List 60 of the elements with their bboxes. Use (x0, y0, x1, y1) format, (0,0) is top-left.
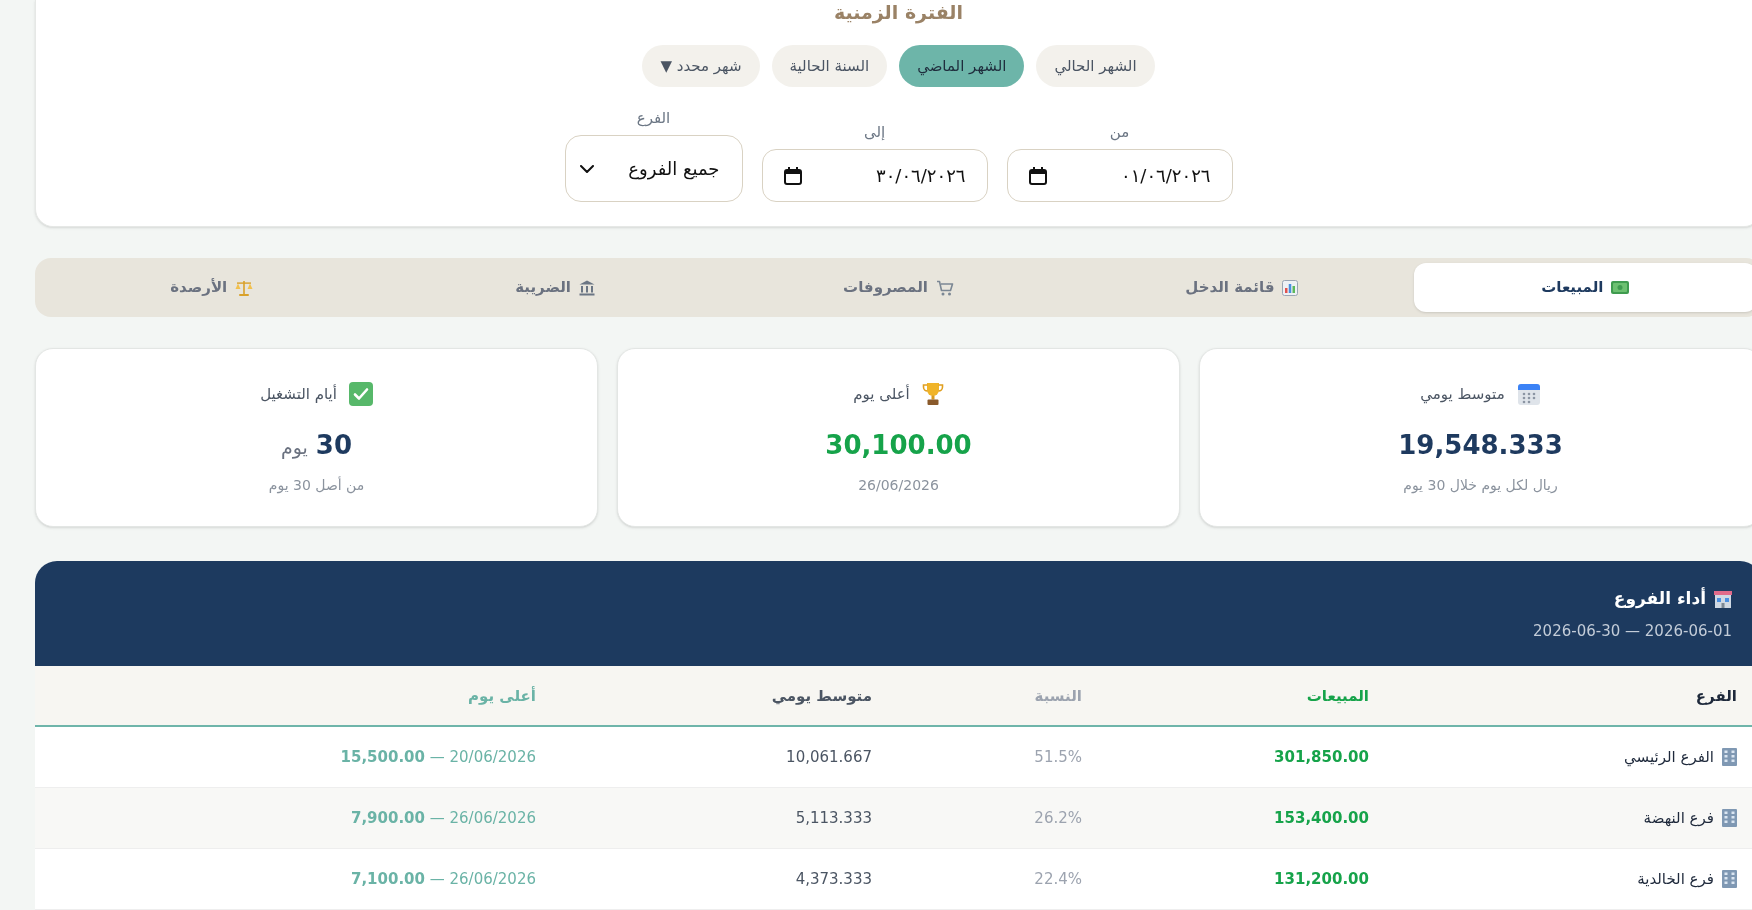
stat-note: من أصل 30 يوم (268, 475, 365, 495)
table-cell: 26.2% (1034, 809, 1082, 827)
cart-icon (935, 279, 954, 296)
table-cell: 153,400.00 (1274, 809, 1369, 827)
calendar-icon (783, 166, 802, 185)
tab[interactable]: الأرصدة (40, 263, 384, 312)
tab[interactable]: المصروفات (726, 263, 1071, 312)
period-preset-button[interactable]: الشهر الحالي (1036, 45, 1155, 87)
panel-title: أداء الفروع (1613, 586, 1706, 611)
building-icon (1722, 809, 1737, 827)
column-header: النسبة (1034, 686, 1082, 705)
panel-title: الفترة الزمنية (834, 0, 963, 24)
stat-value: 30 (315, 429, 353, 462)
field-label: إلى (863, 122, 886, 143)
table-cell: 22.4% (1034, 870, 1082, 888)
calendar-icon (1516, 382, 1541, 406)
stat-value: 19,548.333 (1398, 429, 1563, 462)
period-preset-button[interactable]: السنة الحالية (771, 45, 888, 87)
building-icon (1722, 870, 1737, 888)
column-header: متوسط يومي (771, 686, 872, 705)
branch-select[interactable]: جميع الفروع (564, 135, 743, 202)
date-field[interactable]: ٠١/٠٦/٢٠٢٦ (1006, 149, 1233, 202)
column-header: الفرع (1695, 686, 1737, 705)
tab[interactable]: المبيعات (1413, 263, 1752, 312)
tab[interactable]: قائمة الدخل (1070, 263, 1414, 312)
bank-icon (579, 279, 595, 296)
store-icon (1714, 590, 1732, 608)
scales-icon (235, 279, 254, 296)
stat-label: متوسط يومي (1420, 383, 1505, 406)
table-cell-text: الفرع الرئيسي (1624, 746, 1714, 769)
field-label: الفرع (636, 108, 671, 129)
column-header: أعلى يوم (468, 686, 536, 705)
field-label: من (1109, 122, 1130, 143)
stat-value: 30,100.00 (825, 429, 972, 462)
column-header: المبيعات (1306, 686, 1369, 705)
table-cell: 5,113.333 (795, 809, 872, 827)
date-range: 2026-06-01 — 2026-06-30 (1533, 621, 1732, 641)
table-cell: 10,061.667 (786, 748, 872, 766)
check-icon (348, 382, 373, 406)
bar-chart-icon (1282, 279, 1299, 296)
stat-unit: يوم (280, 435, 308, 461)
stat-note: ريال لكل يوم خلال 30 يوم (1403, 476, 1558, 495)
calendar-icon (1028, 166, 1047, 185)
table-cell-text: فرع الخالدية (1637, 868, 1714, 890)
table-cell: 51.5% (1034, 748, 1082, 766)
period-preset-button[interactable]: شهر محدد ▼ (642, 45, 760, 87)
table-cell: 131,200.00 (1274, 870, 1369, 888)
trophy-icon (921, 382, 944, 406)
date-field[interactable]: ٣٠/٠٦/٢٠٢٦ (761, 149, 988, 202)
stat-label: أيام التشغيل (260, 383, 337, 405)
table-cell: 301,850.00 (1274, 748, 1369, 766)
table-cell-text: فرع النهضة (1643, 807, 1714, 829)
stat-label: أعلى يوم (853, 383, 910, 405)
table-cell: 4,373.333 (795, 870, 872, 888)
period-preset-button[interactable]: الشهر الماضي (899, 45, 1025, 87)
tab[interactable]: الضريبة (383, 263, 727, 312)
banknote-icon (1611, 281, 1630, 294)
stat-note: 26/06/2026 (858, 476, 939, 495)
building-icon (1722, 748, 1737, 766)
chevron-down-icon (579, 164, 594, 173)
